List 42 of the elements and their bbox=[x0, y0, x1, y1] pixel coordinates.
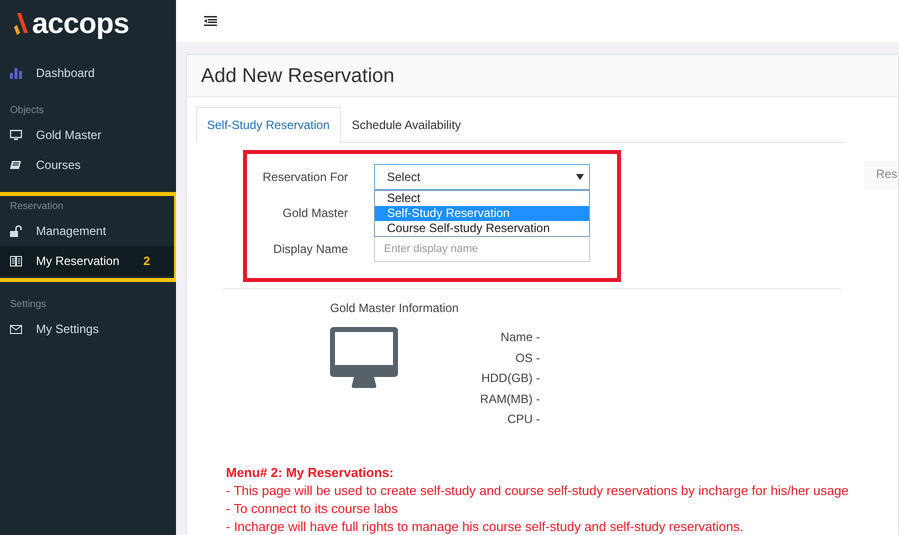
sidebar-heading: Reservation bbox=[9, 200, 64, 214]
unlock-icon bbox=[10, 225, 22, 237]
tab[interactable]: Self-Study Reservation bbox=[196, 107, 341, 143]
spec-label: OS - bbox=[515, 350, 540, 366]
display-name-field[interactable]: Enter display name bbox=[374, 236, 590, 262]
sidebar-heading: Objects bbox=[9, 104, 45, 118]
menu-icon[interactable] bbox=[204, 16, 217, 26]
annotation-title: Menu# 2: My Reservations: bbox=[226, 464, 395, 482]
sidebar-item[interactable]: Management bbox=[0, 216, 174, 246]
spec-label: Name - bbox=[500, 329, 540, 346]
sidebar-item[interactable]: Dashboard bbox=[0, 58, 176, 88]
sidebar-heading: Settings bbox=[9, 298, 48, 312]
reservation-for-select[interactable]: Select bbox=[374, 164, 590, 190]
spec-label: HDD(GB) - bbox=[481, 370, 540, 387]
annotation-line: - To connect to its course labs bbox=[226, 500, 399, 518]
logo-text: accops bbox=[32, 10, 129, 38]
field-label: Display Name bbox=[272, 241, 349, 258]
field-label: Gold Master bbox=[282, 205, 349, 222]
section-title: Gold Master Information bbox=[330, 300, 460, 317]
sidebar-item[interactable]: My Settings bbox=[0, 314, 176, 344]
bar-chart-icon bbox=[10, 67, 22, 79]
book-icon bbox=[10, 159, 22, 171]
monitor-icon bbox=[330, 327, 398, 388]
count-text: 2 bbox=[143, 253, 150, 270]
open-book-icon bbox=[10, 255, 22, 267]
dropdown-option[interactable]: Course Self-study Reservation bbox=[375, 221, 589, 236]
spec-label: CPU - bbox=[507, 411, 540, 428]
annotation-line: - Incharge will have full rights to manage his course self-study and self-study reservations. bbox=[226, 518, 744, 535]
annotation-line: - This page will be used to create self-study and course self-study reservations by incharge for his/her usage bbox=[226, 482, 850, 500]
monitor-icon bbox=[10, 129, 22, 141]
field-label: Reservation For bbox=[262, 169, 349, 186]
side-panel-text: Res bbox=[864, 161, 898, 189]
sidebar-item[interactable]: Courses bbox=[0, 150, 176, 180]
caret-icon bbox=[576, 174, 584, 180]
dropdown-option[interactable]: Select bbox=[375, 191, 589, 206]
envelope-icon bbox=[10, 323, 22, 335]
logo-icon bbox=[14, 13, 28, 35]
tab[interactable]: Schedule Availability bbox=[340, 107, 472, 143]
page-title: Add New Reservation bbox=[201, 64, 394, 88]
sidebar-item[interactable]: My Reservation 2 bbox=[0, 246, 174, 276]
spec-label: RAM(MB) - bbox=[480, 390, 540, 408]
sidebar-item[interactable]: Gold Master bbox=[0, 120, 176, 150]
